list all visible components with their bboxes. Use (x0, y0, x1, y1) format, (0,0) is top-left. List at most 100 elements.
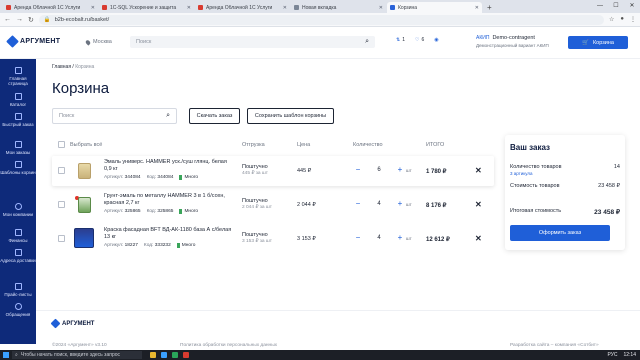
url-input[interactable]: 🔒 b2b-ecobalt.ru/basket/ (38, 14, 604, 25)
summary-title: Ваш заказ (510, 143, 550, 152)
product-image[interactable] (78, 197, 91, 213)
taskbar-search-input[interactable]: ⌕ Чтобы начать поиск, введите здесь запр… (12, 351, 142, 359)
header-cart-button[interactable]: 🛒 Корзина (568, 36, 628, 49)
decrease-button[interactable]: − (353, 234, 363, 242)
compare-button[interactable]: ⇅ 1 (396, 37, 405, 43)
row-checkbox[interactable] (58, 201, 65, 208)
product-name[interactable]: Эмаль универс. HAMMER уск./суш глянц. бе… (104, 159, 234, 172)
close-icon[interactable]: ✕ (91, 5, 95, 11)
sidebar-item-addresses[interactable]: Адреса доставки (0, 249, 36, 263)
increase-button[interactable]: + (395, 200, 405, 208)
forward-icon[interactable]: → (16, 16, 23, 23)
menu-icon[interactable]: ⋮ (630, 16, 636, 23)
globe-icon (294, 5, 299, 10)
close-icon[interactable]: ✕ (283, 5, 287, 11)
quantity-input[interactable]: 4 (363, 201, 395, 207)
clock[interactable]: 12:14 (623, 352, 636, 358)
browser-tab-active[interactable]: Корзина ✕ (387, 2, 482, 13)
sidebar-item-catalog[interactable]: Каталог (0, 93, 36, 107)
start-button[interactable] (0, 350, 12, 360)
breadcrumb-home-link[interactable]: Главная (52, 64, 71, 70)
site-header: АРГУМЕНТ Москва Поиск ⌕ ⇅ 1 ♡ 6 ◉ АКИП Demo… (0, 27, 640, 59)
search-icon[interactable]: ⌕ (166, 112, 170, 120)
city-selector[interactable]: Москва (84, 38, 112, 46)
account-avatar[interactable]: ◉ (434, 37, 438, 43)
excel-icon[interactable] (172, 352, 178, 358)
account-info[interactable]: АКИП Demo-contragent Демонстрационный вар… (476, 35, 556, 48)
remove-item-icon[interactable]: ✕ (475, 200, 482, 209)
browser-tab[interactable]: Аренда Облачной 1С Услуги ✕ (3, 2, 98, 13)
footer-logo[interactable]: АРГУМЕНТ (50, 318, 94, 329)
sidebar-item-home[interactable]: Главная страница (0, 67, 36, 86)
quantity-stepper: − 4 + шт (353, 234, 412, 242)
search-icon: ⌕ (15, 352, 18, 358)
red-square-icon (102, 5, 107, 10)
new-tab-button[interactable]: + (483, 2, 496, 13)
sidebar-item-finance[interactable]: Финансы (0, 229, 36, 243)
app-icon[interactable] (183, 352, 189, 358)
site-logo[interactable]: АРГУМЕНТ (6, 35, 60, 48)
quantity-input[interactable]: 6 (363, 167, 395, 173)
row-total: 8 176 ₽ (426, 203, 447, 209)
header-search-input[interactable]: Поиск ⌕ (130, 36, 375, 48)
sidebar-item-pricelists[interactable]: Прайс-листы (0, 283, 36, 297)
decrease-button[interactable]: − (353, 166, 363, 174)
taskbar-apps (150, 352, 189, 358)
col-select-all[interactable]: Выбрать всё (70, 142, 102, 148)
product-image[interactable] (78, 163, 91, 179)
sidebar-item-companies[interactable]: Мои компании (0, 203, 36, 217)
increase-button[interactable]: + (395, 166, 405, 174)
templates-icon (14, 161, 22, 168)
orders-icon (14, 141, 22, 148)
close-icon[interactable]: ✕ (187, 5, 191, 11)
unit-price: 445 ₽ (297, 168, 312, 174)
product-meta: Артикул: 18227 Код: 333232 Много (104, 243, 196, 248)
decrease-button[interactable]: − (353, 200, 363, 208)
reload-icon[interactable]: ↻ (28, 16, 34, 24)
privacy-policy-link[interactable]: Политика обработки персональных данных (180, 343, 277, 348)
close-icon[interactable]: ✕ (475, 5, 479, 11)
summary-final: Итоговая стоимость 23 458 ₽ (510, 208, 620, 216)
remove-item-icon[interactable]: ✕ (475, 166, 482, 175)
stock-indicator: Много (179, 175, 198, 180)
favorites-button[interactable]: ♡ 6 (415, 37, 424, 43)
product-name[interactable]: Грунт-эмаль по металлу HAMMER 3 в 1 б/со… (104, 193, 234, 206)
search-icon[interactable]: ⌕ (365, 38, 369, 46)
close-window-icon[interactable]: ✕ (624, 0, 640, 13)
product-name[interactable]: Краска фасадная BFT ВД-АК-1180 база А с/… (104, 227, 234, 240)
cart-search-input[interactable]: Поиск ⌕ (52, 108, 177, 124)
remove-item-icon[interactable]: ✕ (475, 234, 482, 243)
folder-icon[interactable] (150, 352, 156, 358)
back-icon[interactable]: ← (4, 16, 11, 23)
place-order-button[interactable]: Оформить заказ (510, 225, 610, 241)
row-checkbox[interactable] (58, 167, 65, 174)
row-checkbox[interactable] (58, 235, 65, 242)
star-icon[interactable]: ☆ (609, 16, 614, 23)
red-square-icon (6, 5, 11, 10)
sidebar-item-quick-order[interactable]: Быстрый заказ (0, 113, 36, 127)
browser-tab[interactable]: Аренда Облачной 1С Услуги ✕ (195, 2, 290, 13)
quantity-input[interactable]: 4 (363, 235, 395, 241)
sidebar-item-support[interactable]: Обращения (0, 303, 36, 317)
download-order-button[interactable]: Скачать заказ (189, 108, 240, 124)
browser-icon[interactable] (161, 352, 167, 358)
product-image[interactable] (74, 228, 94, 248)
close-icon[interactable]: ✕ (379, 5, 383, 11)
select-all-checkbox[interactable] (58, 141, 65, 148)
unit-price: 3 153 ₽ (297, 236, 316, 242)
developer-link[interactable]: Разработка сайта – компания «Сотбит» (510, 343, 599, 348)
articles-link[interactable]: 3 артикула (510, 171, 533, 176)
col-price: Цена (297, 142, 311, 148)
minimize-icon[interactable]: — (592, 0, 608, 13)
os-taskbar: ⌕ Чтобы начать поиск, введите здесь запр… (0, 350, 640, 360)
window-controls: — ☐ ✕ (592, 0, 640, 13)
sidebar-item-templates[interactable]: Шаблоны корзин (0, 161, 36, 175)
language-indicator[interactable]: РУС (607, 352, 617, 358)
sidebar-item-orders[interactable]: Мои заказы (0, 141, 36, 155)
save-template-button[interactable]: Сохранить шаблон корзины (247, 108, 334, 124)
browser-tab[interactable]: Новая вкладка ✕ (291, 2, 386, 13)
profile-icon[interactable]: ● (620, 16, 624, 23)
browser-tab[interactable]: 1С-SQL Ускорение и защита ✕ (99, 2, 194, 13)
increase-button[interactable]: + (395, 234, 405, 242)
maximize-icon[interactable]: ☐ (608, 0, 624, 13)
